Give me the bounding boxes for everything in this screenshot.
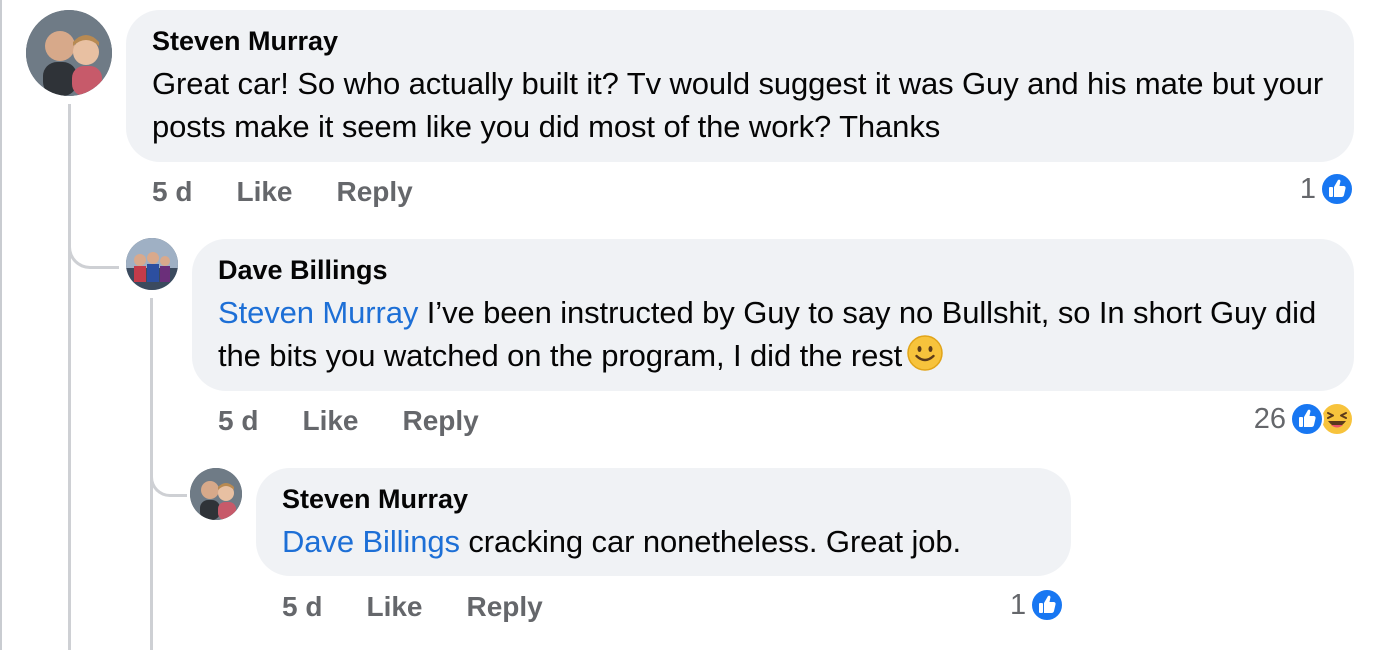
- avatar[interactable]: [126, 238, 178, 290]
- thread-curve-2: [150, 466, 187, 497]
- comment-text: Steven Murray I’ve been instructed by Gu…: [218, 291, 1328, 377]
- like-button[interactable]: Like: [236, 176, 292, 208]
- reaction-count: 26: [1253, 402, 1286, 435]
- comment-text: Dave Billings cracking car nonetheless. …: [282, 520, 1045, 563]
- avatar-photo: [190, 468, 242, 520]
- haha-icon: [1320, 402, 1354, 436]
- comment-text: Great car! So who actually built it? Tv …: [152, 66, 1324, 144]
- like-button[interactable]: Like: [302, 405, 358, 437]
- reaction-summary[interactable]: 26: [1254, 402, 1354, 436]
- like-icon: [1290, 402, 1324, 436]
- like-icon: [1030, 588, 1065, 622]
- comment-author[interactable]: Dave Billings: [218, 255, 1328, 285]
- comment-actions: 5 d Like Reply: [218, 405, 479, 437]
- reaction-summary[interactable]: 1: [1300, 172, 1354, 206]
- comment-actions: 5 d Like Reply: [152, 176, 413, 208]
- comment-bubble: Dave Billings Steven Murray I’ve been in…: [192, 239, 1354, 391]
- comment-actions: 5 d Like Reply: [282, 591, 543, 623]
- mention-link[interactable]: Dave Billings: [282, 524, 460, 559]
- avatar-photo: [26, 10, 112, 96]
- timestamp[interactable]: 5 d: [218, 405, 258, 437]
- timestamp[interactable]: 5 d: [152, 176, 192, 208]
- reaction-count: 1: [1010, 588, 1027, 621]
- mention-link[interactable]: Steven Murray: [218, 295, 418, 330]
- reaction-summary[interactable]: 1: [1010, 588, 1065, 622]
- comment-bubble: Steven Murray Great car! So who actually…: [126, 10, 1354, 162]
- reply-button[interactable]: Reply: [467, 591, 543, 623]
- avatar-photo: [126, 238, 178, 290]
- reply-button[interactable]: Reply: [337, 176, 413, 208]
- reply-button[interactable]: Reply: [403, 405, 479, 437]
- thread-curve-1: [68, 236, 119, 269]
- thread-line-main: [68, 104, 71, 650]
- smiley-emoji: [907, 335, 943, 371]
- reaction-count: 1: [1299, 172, 1316, 205]
- avatar[interactable]: [26, 10, 112, 96]
- like-icon: [1320, 172, 1354, 206]
- like-button[interactable]: Like: [366, 591, 422, 623]
- comment-author[interactable]: Steven Murray: [152, 26, 1328, 56]
- left-border: [0, 0, 2, 650]
- comment-author[interactable]: Steven Murray: [282, 484, 1045, 514]
- comment-body: cracking car nonetheless. Great job.: [459, 524, 962, 559]
- timestamp[interactable]: 5 d: [282, 591, 322, 623]
- avatar[interactable]: [190, 468, 242, 520]
- comment-bubble: Steven Murray Dave Billings cracking car…: [256, 468, 1071, 576]
